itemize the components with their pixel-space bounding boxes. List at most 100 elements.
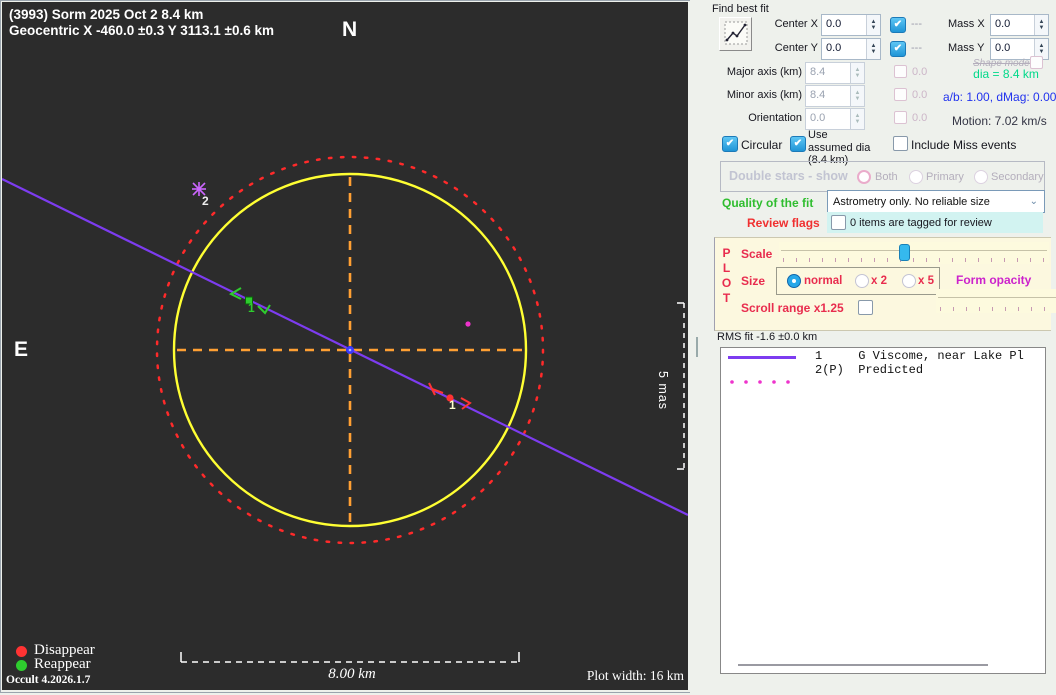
orientation-aux-checkbox xyxy=(894,111,907,124)
review-flags-checkbox[interactable] xyxy=(831,215,846,230)
center-y-checkbox[interactable]: ✔ xyxy=(890,41,906,57)
disappear-uncertainty-tick xyxy=(428,382,444,396)
find-best-fit-button[interactable] xyxy=(719,17,752,51)
double-stars-both-radio xyxy=(857,170,871,184)
quality-of-fit-value: Astrometry only. No reliable size xyxy=(833,195,990,208)
include-miss-events-checkbox[interactable] xyxy=(893,136,908,151)
scale-slider-thumb[interactable] xyxy=(899,244,910,261)
rms-fit-label: RMS fit -1.6 ±0.0 km xyxy=(717,331,818,343)
orientation-spinner: 0.0 ▲ ▼ xyxy=(805,108,865,130)
review-flags-text: 0 items are tagged for review xyxy=(850,217,992,229)
predicted-chord-dot xyxy=(465,321,471,327)
center-y-dashes: --- xyxy=(911,42,922,54)
center-x-stepper-arrows[interactable]: ▲ ▼ xyxy=(866,15,880,35)
orientation-aux-value: 0.0 xyxy=(912,112,928,124)
chord1-list-row[interactable]: 1 G Viscome, near Lake Pl xyxy=(815,349,1024,363)
center-x-spinner[interactable]: 0.0 ▲ ▼ xyxy=(821,14,881,36)
double-stars-group: Double stars - show Both Primary Seconda… xyxy=(720,161,1045,192)
size-normal-radio[interactable] xyxy=(787,274,801,288)
double-stars-title: Double stars - show xyxy=(729,169,848,183)
size-x5-label: x 5 xyxy=(918,275,934,287)
minor-axis-aux-checkbox xyxy=(894,88,907,101)
plot-subtitle: Geocentric X -460.0 ±0.3 Y 3113.1 ±0.6 k… xyxy=(9,23,274,38)
predicted-star-number: 2 xyxy=(202,194,209,208)
quality-of-fit-dropdown[interactable]: Astrometry only. No reliable size ⌄ xyxy=(827,190,1045,213)
disappear-legend-icon xyxy=(16,646,27,657)
double-stars-primary-radio xyxy=(909,170,923,184)
center-y-label: Center Y xyxy=(774,42,818,54)
minor-axis-value: 8.4 xyxy=(810,89,826,101)
horizontal-scalebar-line xyxy=(180,652,520,663)
splitter-handle[interactable] xyxy=(696,337,698,357)
diameter-readout: dia = 8.4 km xyxy=(973,67,1039,81)
chevron-down-icon: ⌄ xyxy=(1029,196,1038,207)
compass-east-label: E xyxy=(14,338,29,361)
major-axis-aux-value: 0.0 xyxy=(912,66,928,78)
chord2-list-row[interactable]: 2(P) Predicted xyxy=(815,363,923,377)
form-opacity-slider-ticks xyxy=(940,307,1056,311)
form-opacity-slider[interactable] xyxy=(936,289,1056,313)
use-assumed-dia-checkbox[interactable]: ✔ xyxy=(790,136,806,152)
size-label: Size xyxy=(741,274,766,288)
plot-graphics xyxy=(1,155,689,663)
app-version-label: Occult 4.2026.1.7 xyxy=(6,674,91,686)
center-y-value: 0.0 xyxy=(826,42,842,54)
mass-y-value: 0.0 xyxy=(995,42,1011,54)
vertical-scalebar-line xyxy=(677,302,685,470)
circular-label: Circular xyxy=(741,138,783,152)
double-stars-secondary-radio xyxy=(974,170,988,184)
major-axis-spinner: 8.4 ▲ ▼ xyxy=(805,62,865,84)
scroll-range-checkbox[interactable] xyxy=(858,300,873,315)
occultation-plot-canvas[interactable]: (3993) Sorm 2025 Oct 2 8.4 km Geocentric… xyxy=(1,2,689,690)
observed-chord-line xyxy=(1,178,689,516)
chord1-legend-line xyxy=(728,356,796,359)
double-stars-secondary-label: Secondary xyxy=(991,171,1044,183)
list-separator-line xyxy=(738,664,988,666)
chord-list-box[interactable]: 1 G Viscome, near Lake Pl 2(P) Predicted xyxy=(720,347,1046,674)
mass-x-value: 0.0 xyxy=(995,18,1011,30)
mass-x-stepper-arrows[interactable]: ▲ ▼ xyxy=(1034,15,1048,35)
plot-section-vertical-label: PLOT xyxy=(721,246,732,305)
vertical-scalebar-label: 5 mas xyxy=(656,371,670,411)
size-x5-radio[interactable] xyxy=(902,274,916,288)
orientation-value: 0.0 xyxy=(810,112,826,124)
size-normal-label: normal xyxy=(804,275,843,287)
scale-slider[interactable] xyxy=(779,242,1049,264)
scale-slider-track xyxy=(781,250,1047,251)
minor-axis-spinner: 8.4 ▲ ▼ xyxy=(805,85,865,107)
motion-readout: Motion: 7.02 km/s xyxy=(952,114,1047,128)
major-axis-label: Major axis (km) xyxy=(726,66,802,78)
reappear-chord-number: 1 xyxy=(248,301,255,315)
compass-north-label: N xyxy=(342,18,358,41)
scale-slider-ticks xyxy=(783,258,1045,262)
mass-x-spinner[interactable]: 0.0 ▲ ▼ xyxy=(990,14,1049,36)
center-y-stepper-arrows[interactable]: ▲ ▼ xyxy=(866,39,880,59)
minor-axis-label: Minor axis (km) xyxy=(726,89,802,101)
chord2-legend-dots xyxy=(730,371,810,384)
mass-x-label: Mass X xyxy=(948,18,985,30)
center-x-checkbox[interactable]: ✔ xyxy=(890,17,906,33)
scroll-range-label: Scroll range x1.25 xyxy=(741,301,844,315)
ab-dmag-readout: a/b: 1.00, dMag: 0.00 xyxy=(943,90,1056,104)
reappear-legend-label: Reappear xyxy=(34,656,91,672)
horizontal-scalebar-label: 8.00 km xyxy=(328,666,376,682)
major-axis-value: 8.4 xyxy=(810,66,826,78)
reappear-legend-icon xyxy=(16,660,27,671)
plot-controls-section: PLOT Scale Size normal x 2 x 5 Form opac… xyxy=(714,237,1056,331)
plot-width-label: Plot width: 16 km xyxy=(586,668,684,683)
fit-control-panel: Find best fit Center X 0.0 ▲ ▼ ✔ --- Mass… xyxy=(690,0,1056,693)
size-radio-group: normal x 2 x 5 xyxy=(776,267,940,295)
size-x2-radio[interactable] xyxy=(855,274,869,288)
circular-checkbox[interactable]: ✔ xyxy=(722,136,738,152)
scale-label: Scale xyxy=(741,247,773,261)
size-x2-label: x 2 xyxy=(871,275,887,287)
minor-axis-aux-value: 0.0 xyxy=(912,89,928,101)
include-miss-events-label: Include Miss events xyxy=(911,138,1017,152)
plot-title: (3993) Sorm 2025 Oct 2 8.4 km xyxy=(9,7,204,22)
double-stars-both-label: Both xyxy=(875,171,898,183)
fit-center-highlight xyxy=(348,348,352,352)
double-stars-primary-label: Primary xyxy=(926,171,964,183)
center-x-value: 0.0 xyxy=(826,18,842,30)
center-x-dashes: --- xyxy=(911,18,922,30)
center-y-spinner[interactable]: 0.0 ▲ ▼ xyxy=(821,38,881,60)
